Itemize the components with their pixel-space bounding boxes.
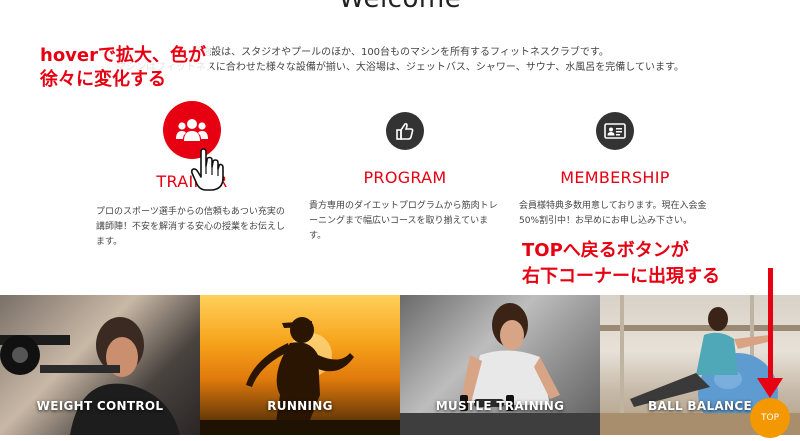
running-silhouette-photo xyxy=(200,317,400,435)
weight-training-photo xyxy=(0,317,180,435)
top-button-annotation: TOPへ戻るボタンが 右下コーナーに出現する xyxy=(522,238,720,290)
back-to-top-button[interactable]: TOP xyxy=(750,398,790,438)
top-annotation-line-1: TOPへ戻るボタンが xyxy=(522,240,689,261)
feature-program[interactable]: PROGRAM 貴方専用のダイエットプログラムから筋肉トレーニングまで幅広いコー… xyxy=(305,106,505,244)
hover-annotation-line-1: hoverで拡大、色が xyxy=(40,45,206,66)
gallery-item-mustle-training[interactable]: MUSTLE TRAINING xyxy=(400,295,600,435)
feature-title: MEMBERSHIP xyxy=(560,168,670,187)
gallery-item-running[interactable]: RUNNING xyxy=(200,295,400,435)
feature-title: PROGRAM xyxy=(363,168,447,187)
hover-annotation-line-2: 徐々に変化する xyxy=(40,69,166,90)
top-annotation-line-2: 右下コーナーに出現する xyxy=(522,266,720,287)
gallery: WEIGHT CONTROL RUNNING MUSTLE TRAINING B… xyxy=(0,295,800,435)
id-card-icon[interactable] xyxy=(596,112,634,150)
page-title: Welcome xyxy=(0,0,800,14)
hand-cursor-icon xyxy=(190,148,224,196)
annotation-arrow-line xyxy=(768,268,773,380)
feature-membership[interactable]: MEMBERSHIP 会員様特典多数用意しております。現在入会金50%割引中！お… xyxy=(515,106,715,229)
dumbbell-training-photo xyxy=(400,303,600,435)
down-arrow-icon xyxy=(757,378,783,398)
gallery-label: WEIGHT CONTROL xyxy=(36,399,164,413)
hover-annotation: hoverで拡大、色が 徐々に変化する xyxy=(36,44,210,92)
gallery-item-weight-control[interactable]: WEIGHT CONTROL xyxy=(0,295,200,435)
feature-description: プロのスポーツ選手からの信頼もあつい充実の講師陣！不安を解消する安心の授業をお伝… xyxy=(96,207,286,247)
gallery-label: MUSTLE TRAINING xyxy=(435,399,565,413)
gallery-label: RUNNING xyxy=(267,399,333,413)
thumbs-up-icon[interactable] xyxy=(386,112,424,150)
feature-description: 貴方専用のダイエットプログラムから筋肉トレーニングまで幅広いコースを取り揃えてい… xyxy=(309,201,498,241)
feature-description: 会員様特典多数用意しております。現在入会金50%割引中！お早めにお申し込み下さい… xyxy=(519,201,707,226)
